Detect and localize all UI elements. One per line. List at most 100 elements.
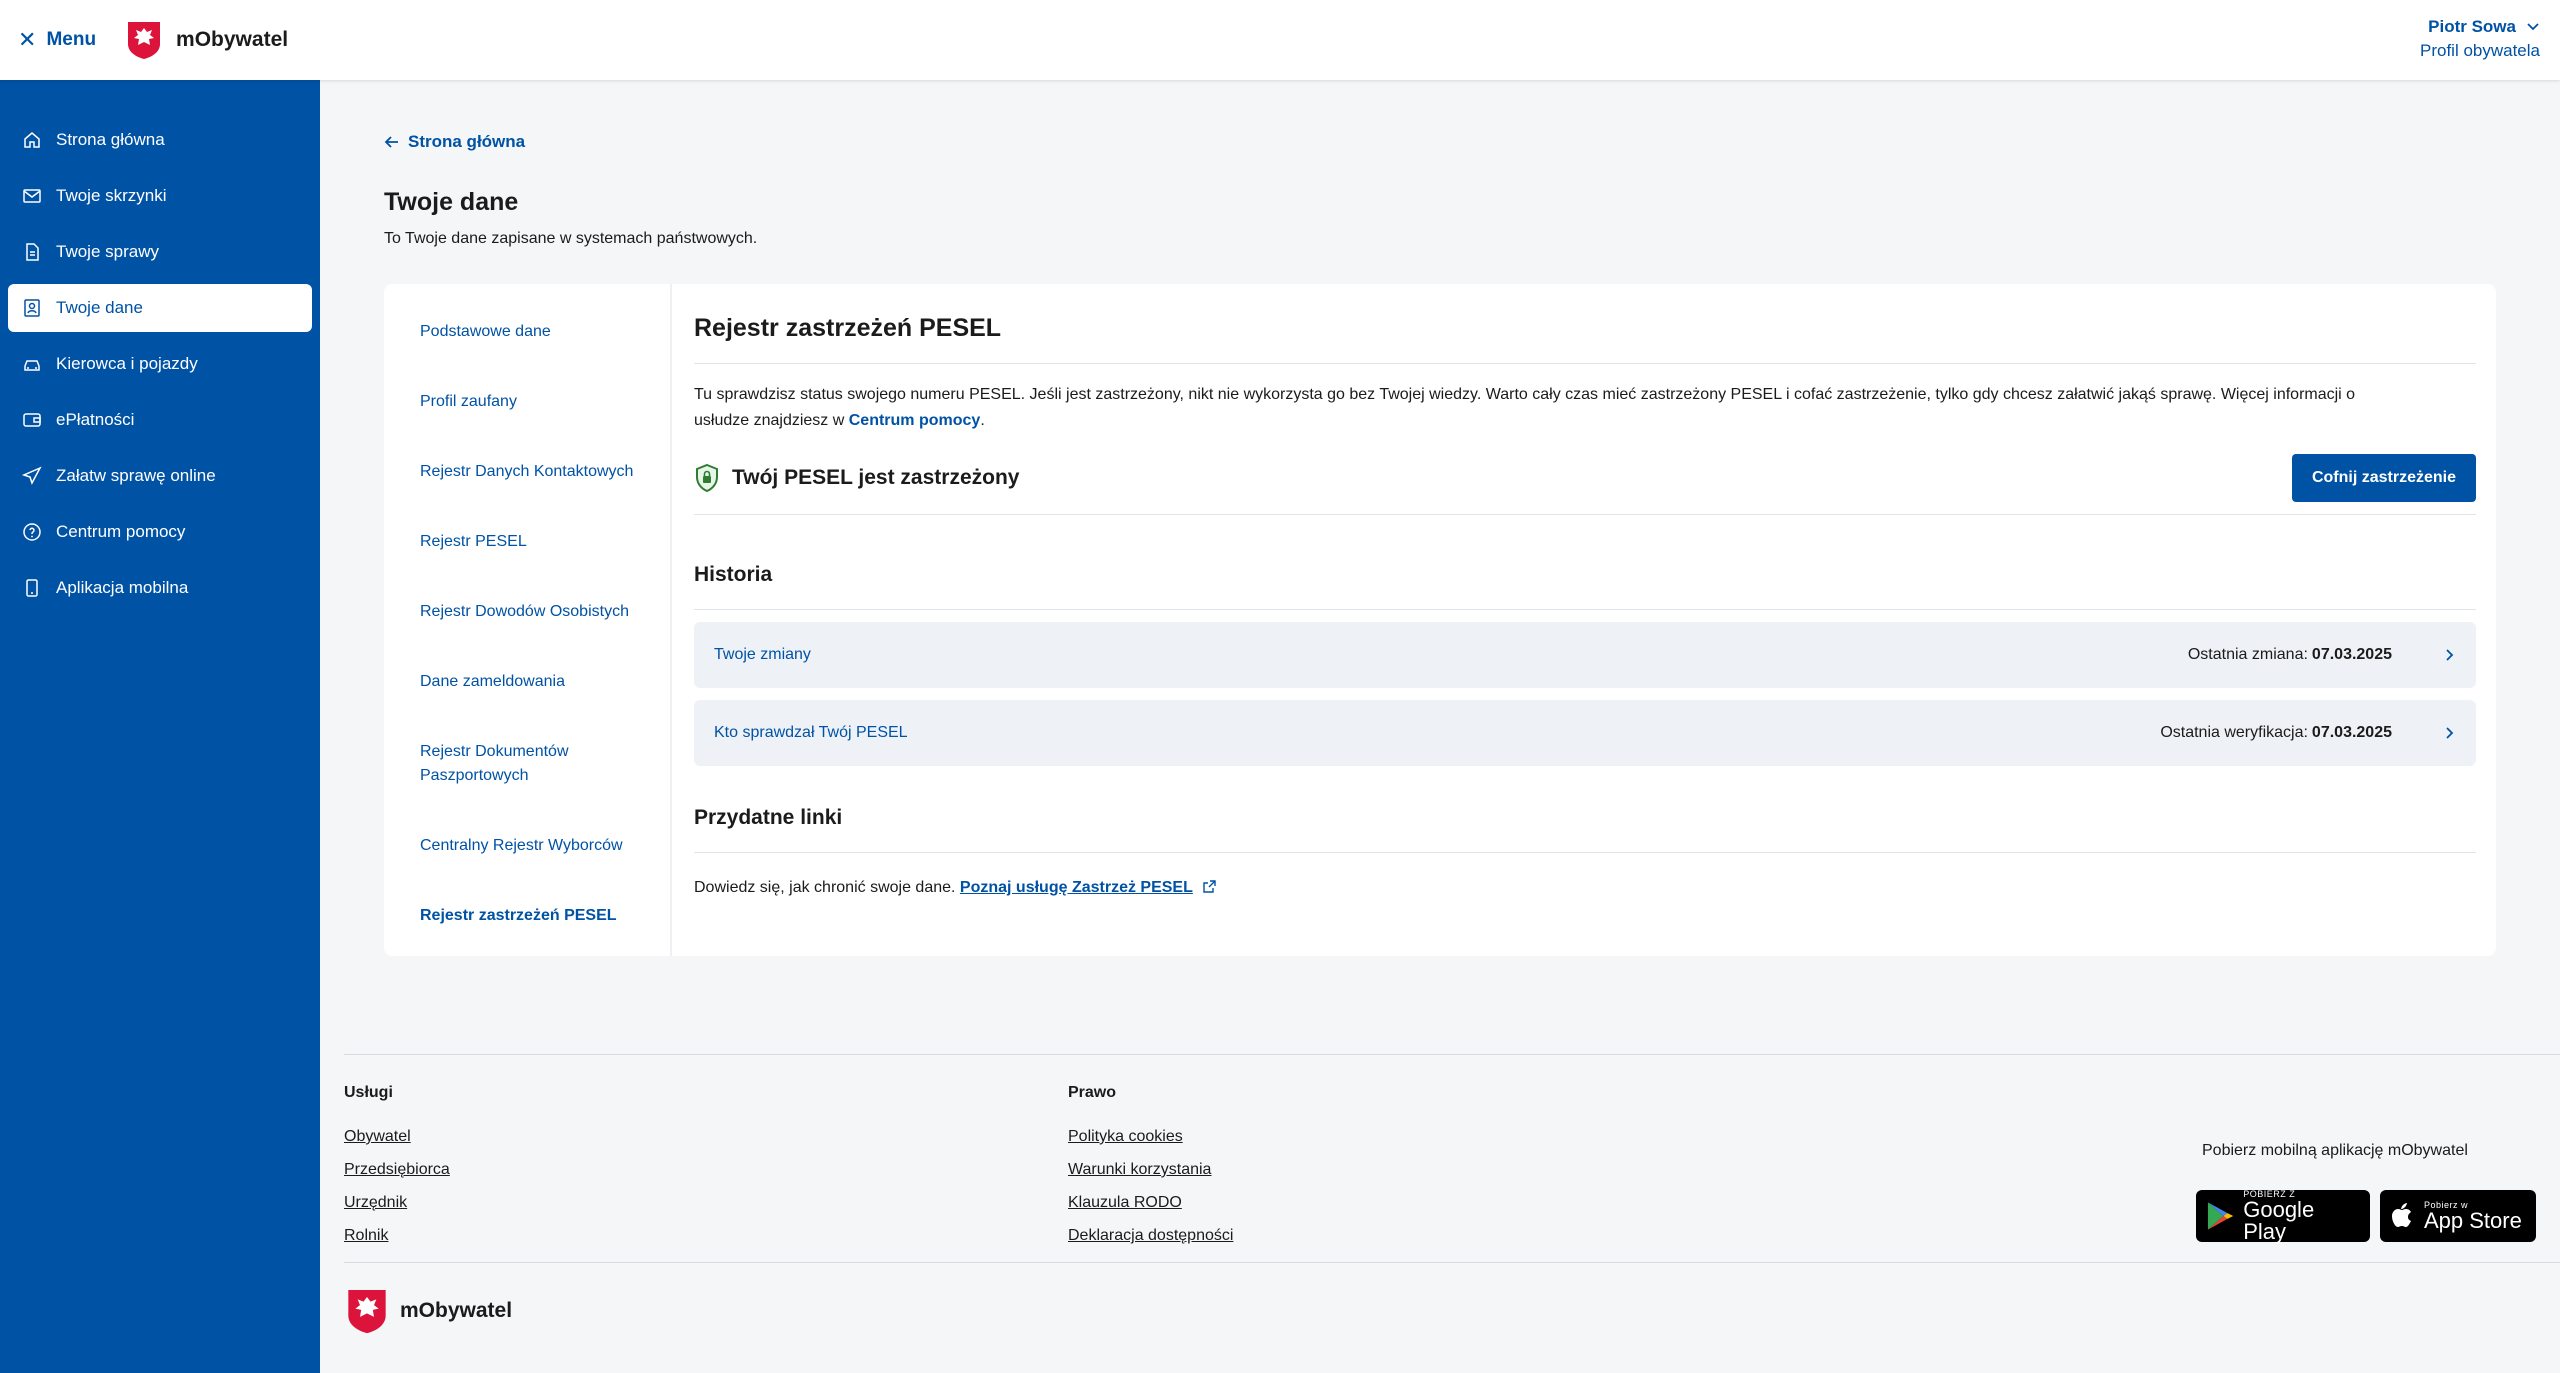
sidebar-item-home[interactable]: Strona główna [8, 116, 312, 164]
restrict-pesel-link-label: Poznaj usługę Zastrzeż PESEL [959, 879, 1193, 896]
history-row-changes[interactable]: Twoje zmiany Ostatnia zmiana: 07.03.2025 [694, 622, 2476, 688]
brand-logo[interactable]: mObywatel [126, 20, 288, 60]
footer-services: Usługi Obywatel Przedsiębiorca Urzędnik … [344, 1084, 450, 1260]
data-card: Podstawowe dane Profil zaufany Rejestr D… [384, 284, 2496, 956]
footer-link-terms[interactable]: Warunki korzystania [1068, 1161, 1233, 1179]
sidebar-item-label: Strona główna [56, 130, 165, 149]
history-row-date: 07.03.2025 [2311, 646, 2392, 663]
user-name: Piotr Sowa [2428, 17, 2516, 36]
data-nav-item-basic[interactable]: Podstawowe dane [384, 306, 670, 358]
history-row-meta: Ostatnia zmiana: [2187, 646, 2308, 663]
sidebar-item-inbox[interactable]: Twoje skrzynki [8, 172, 312, 220]
mail-icon [23, 189, 41, 203]
sidebar-item-online[interactable]: Załatw sprawę online [8, 452, 312, 500]
footer-divider-bottom [344, 1262, 2560, 1263]
page-subtitle: To Twoje dane zapisane w systemach państ… [384, 230, 758, 247]
detail-description: Tu sprawdzisz status swojego numeru PESE… [694, 382, 2394, 434]
google-play-icon [2207, 1202, 2234, 1230]
wallet-icon [23, 413, 41, 427]
footer-link-cookies[interactable]: Polityka cookies [1068, 1128, 1233, 1146]
sidebar-item-payments[interactable]: ePłatności [8, 396, 312, 444]
footer-link-official[interactable]: Urzędnik [344, 1194, 450, 1212]
sidebar-item-help[interactable]: Centrum pomocy [8, 508, 312, 556]
data-nav-item-contact-register[interactable]: Rejestr Danych Kontaktowych [384, 446, 670, 498]
close-icon: ✕ [18, 27, 37, 52]
sidebar-item-label: Twoje dane [56, 298, 143, 317]
history-row-meta: Ostatnia weryfikacja: [2160, 724, 2308, 741]
history-row-label: Kto sprawdzał Twój PESEL [714, 724, 908, 741]
footer-brand: mObywatel [346, 1286, 512, 1336]
app-download-text: Pobierz mobilną aplikację mObywatel [2202, 1142, 2468, 1159]
footer-divider [344, 1054, 2560, 1055]
status-text: Twój PESEL jest zastrzeżony [732, 466, 1020, 489]
history-row-label: Twoje zmiany [714, 646, 811, 663]
emblem-icon [348, 1290, 386, 1334]
google-play-badge[interactable]: POBIERZ Z Google Play [2196, 1189, 2370, 1243]
chevron-right-icon [2446, 727, 2454, 739]
menu-button[interactable]: ✕ Menu [18, 27, 96, 53]
data-nav-item-id-register[interactable]: Rejestr Dowodów Osobistych [384, 586, 670, 638]
footer-brand-name: mObywatel [400, 1299, 513, 1322]
footer-law-title: Prawo [1068, 1084, 1117, 1101]
sidebar-item-label: Centrum pomocy [56, 522, 186, 541]
data-nav-item-passport-register[interactable]: Rejestr Dokumentów Paszportowych [384, 726, 670, 802]
links-text-plain: Dowiedz się, jak chronić swoje dane. [694, 879, 956, 896]
brand-name: mObywatel [176, 28, 289, 51]
emblem-icon [128, 22, 161, 59]
chevron-down-icon [2527, 23, 2539, 31]
send-icon [22, 466, 42, 485]
sidebar-item-label: Twoje skrzynki [56, 186, 167, 205]
sidebar-item-label: Aplikacja mobilna [56, 578, 189, 597]
sidebar-item-your-data[interactable]: Twoje dane [8, 284, 312, 332]
sidebar: Strona główna Twoje skrzynki Twoje spraw… [0, 80, 320, 1373]
desc-end: . [980, 412, 985, 429]
phone-icon [26, 579, 38, 597]
help-icon [23, 523, 41, 541]
car-icon [24, 360, 40, 371]
app-store-badge[interactable]: Pobierz w App Store [2380, 1190, 2536, 1242]
menu-label: Menu [46, 29, 97, 50]
detail-panel: Rejestr zastrzeżeń PESEL Tu sprawdzisz s… [672, 284, 2496, 956]
footer-link-farmer[interactable]: Rolnik [344, 1227, 450, 1245]
home-icon [24, 132, 40, 148]
chevron-right-icon [2446, 649, 2454, 661]
back-link-label: Strona główna [408, 132, 526, 151]
data-nav-item-trusted-profile[interactable]: Profil zaufany [384, 376, 670, 428]
data-nav-item-voter-register[interactable]: Centralny Rejestr Wyborców [384, 820, 670, 872]
sidebar-item-mobile-app[interactable]: Aplikacja mobilna [8, 564, 312, 612]
sidebar-item-vehicles[interactable]: Kierowca i pojazdy [8, 340, 312, 388]
links-title: Przydatne linki [694, 806, 2476, 853]
restrict-pesel-link[interactable]: Poznaj usługę Zastrzeż PESEL [960, 879, 1193, 896]
app-store-big: App Store [2424, 1208, 2522, 1233]
footer-link-rodo[interactable]: Klauzula RODO [1068, 1194, 1233, 1212]
footer-link-accessibility[interactable]: Deklaracja dostępności [1068, 1227, 1233, 1245]
revoke-restriction-button[interactable]: Cofnij zastrzeżenie [2291, 454, 2476, 502]
footer-services-title: Usługi [344, 1084, 393, 1101]
user-profile-label: Profil obywatela [2419, 41, 2540, 60]
footer-link-citizen[interactable]: Obywatel [344, 1128, 450, 1146]
document-icon [26, 243, 39, 261]
id-card-icon [24, 299, 40, 317]
footer-law: Prawo Polityka cookies Warunki korzystan… [1068, 1084, 1233, 1260]
footer-link-entrepreneur[interactable]: Przedsiębiorca [344, 1161, 450, 1179]
app-store-badges: POBIERZ Z Google Play Pobierz w App Stor… [2196, 1189, 2536, 1243]
detail-heading: Rejestr zastrzeżeń PESEL [694, 314, 2476, 364]
back-link[interactable]: Strona główna [384, 132, 525, 152]
links-text: Dowiedz się, jak chronić swoje dane. Poz… [694, 879, 2476, 897]
sidebar-item-label: Kierowca i pojazdy [56, 354, 198, 373]
help-center-link[interactable]: Centrum pomocy [849, 412, 981, 429]
sidebar-item-cases[interactable]: Twoje sprawy [8, 228, 312, 276]
history-row-date: 07.03.2025 [2311, 724, 2392, 741]
data-nav-item-pesel-restriction[interactable]: Rejestr zastrzeżeń PESEL [384, 890, 670, 942]
footer: Usługi Obywatel Przedsiębiorca Urzędnik … [320, 1010, 2560, 1373]
apple-icon [2392, 1203, 2411, 1227]
history-title: Historia [694, 563, 2476, 610]
sidebar-item-label: Załatw sprawę online [56, 466, 216, 485]
status-row: Twój PESEL jest zastrzeżony Cofnij zastr… [694, 454, 2476, 515]
history-row-verifications[interactable]: Kto sprawdzał Twój PESEL Ostatnia weryfi… [694, 700, 2476, 766]
data-nav-item-residence[interactable]: Dane zameldowania [384, 656, 670, 708]
data-nav-item-pesel-register[interactable]: Rejestr PESEL [384, 516, 670, 568]
sidebar-item-label: Twoje sprawy [56, 242, 159, 261]
top-bar: ✕ Menu mObywatel Piotr Sowa Profil obywa… [0, 0, 2560, 80]
user-menu[interactable]: Piotr Sowa Profil obywatela [2420, 17, 2540, 61]
